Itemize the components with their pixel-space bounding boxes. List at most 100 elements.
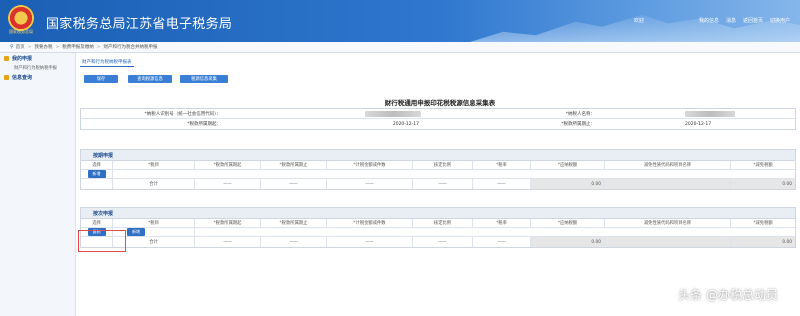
column-header: *税目 [113,219,195,227]
sidebar-item-label: 信息查询 [12,74,33,81]
column-header: 减免性质代码和项目名称 [605,161,731,169]
column-header: *税款所属期止 [261,161,327,169]
folder-icon [4,74,9,80]
column-header: *税款所属期起 [195,219,261,227]
total-tax-due: 0.00 [531,237,605,247]
breadcrumb-item: 财产和行为税合并纳税申报 [103,45,158,50]
taxpayer-name-cell [595,110,795,117]
tab-property-tax-form[interactable]: 财产和行为税纳税申报表 [80,58,134,67]
add-row-button[interactable]: 新增 [87,170,106,178]
column-header: *减免税额 [753,163,773,168]
save-button[interactable]: 保存 [84,75,118,83]
total-dash: —— [195,179,261,189]
form-title: 财行税通用申报印花税税源信息采集表 [384,99,496,107]
section-title: 按期申报 [81,150,795,161]
table-header: 选择 *税目 *税款所属期起 *税款所属期止 *计税金额或件数 核定比例 *税率… [81,161,795,170]
per-instance-declaration-section: 按次申报 选择 *税目 *税款所属期起 *税款所属期止 *计税金额或件数 核定比… [80,207,796,248]
site-header: 国家税务总局 国家税务总局江苏省电子税务局 欢迎 我的信息 消息 返回首页 切换… [0,0,800,42]
total-dash: —— [261,237,327,247]
breadcrumb-separator: > [27,44,32,50]
column-header: *计税金额或件数 [327,219,413,227]
column-header: *应纳税额 [531,161,605,169]
total-dash: —— [261,179,327,189]
highlight-box [78,230,126,252]
total-dash: —— [327,237,413,247]
column-header: *应纳税额 [531,219,605,227]
sidebar: 我的申报 财产和行为税纳税申报 信息查询 [0,53,76,316]
total-row: 合计 —— —— —— —— —— 0.00 0.00 [81,179,795,189]
total-spacer [81,179,113,189]
info-row: *税款所属期起： 2020-12-17 *税款所属期止： 2020-12-17 [81,119,795,129]
empty-cell [113,170,795,178]
add-row-button[interactable]: 新增 [127,228,145,236]
breadcrumb-item[interactable]: 税费申报及缴纳 [62,44,94,50]
total-dash: —— [473,237,531,247]
sidebar-subitem-property-tax[interactable]: 财产和行为税纳税申报 [0,63,75,72]
total-dash: —— [195,237,261,247]
total-dash: —— [413,237,473,247]
total-dash: —— [327,179,413,189]
total-relief: 0.00 [731,179,795,189]
main-content: 财产和行为税纳税申报表 保存 查询税源信息 税源信息采集 财行税通用申报印花税税… [80,53,800,316]
total-dash: —— [473,179,531,189]
column-header: *减免税额 [753,221,773,226]
section-title: 按次申报 [81,208,795,219]
table-header: 选择 *税目 *税款所属期起 *税款所属期止 *计税金额或件数 核定比例 *税率… [81,219,795,228]
breadcrumb-item[interactable]: 首页 [16,44,25,50]
total-relief-code [605,237,731,247]
header-mountain-decoration [470,14,800,42]
table-row: 复制 新增 [81,228,795,237]
collect-tax-source-button[interactable]: 税源信息采集 [180,75,228,83]
column-header: 减免性质代码和项目名称 [605,219,731,227]
empty-cell [195,228,795,236]
column-header: *税款所属期止 [261,219,327,227]
info-row: *纳税人识别号（统一社会信用代码）： *纳税人名称： [81,109,795,119]
taxpayer-name-value-blurred [685,110,735,117]
taxpayer-id-cell [221,110,425,117]
logo-caption: 国家税务总局 [9,29,33,34]
sidebar-item-label: 我的申报 [12,55,33,62]
column-header: 核定比例 [413,161,473,169]
period-start-value[interactable]: 2020-12-17 [221,122,425,127]
breadcrumb-home[interactable]: ⚲ 首页 [10,44,25,50]
folder-icon [4,55,9,61]
breadcrumb-separator: > [55,44,60,50]
switch-user-link[interactable]: 切换用户 [770,17,790,24]
sidebar-item-declare[interactable]: 我的申报 [0,53,75,63]
periodic-declaration-section: 按期申报 选择 *税目 *税款所属期起 *税款所属期止 *计税金额或件数 核定比… [80,149,796,190]
column-header: *税款所属期起 [195,161,261,169]
top-links: 欢迎 我的信息 消息 返回首页 切换用户 [634,17,790,24]
taxpayer-id-label: *纳税人识别号（统一社会信用代码）： [144,111,222,117]
breadcrumb-separator: > [96,44,101,50]
taxpayer-name-label: *纳税人名称： [565,111,595,117]
watermark: 头条 @办税总动员 [678,288,778,302]
sidebar-item-query[interactable]: 信息查询 [0,72,75,82]
period-end-label: *税款所属期止： [561,122,595,127]
query-tax-source-button[interactable]: 查询税源信息 [128,75,172,83]
breadcrumb-item[interactable]: 我要办税 [34,44,52,50]
period-start-label: *税款所属期起： [187,122,221,127]
welcome-text: 欢迎 [633,18,644,24]
total-label: 合计 [113,179,195,189]
column-header: 选择 [81,161,113,169]
taxpayer-info-table: *纳税人识别号（统一社会信用代码）： *纳税人名称： *税款所属期起： 2020… [80,108,796,130]
table-row: 新增 [81,170,795,179]
emblem-icon [8,5,34,31]
total-relief-code [605,179,731,189]
add-cell: 新增 [81,170,113,178]
total-row: 合计 —— —— —— —— —— 0.00 0.00 [81,237,795,247]
total-tax-due: 0.00 [531,179,605,189]
messages-link[interactable]: 消息 [726,17,736,24]
column-header: 核定比例 [413,219,473,227]
tax-bureau-logo: 国家税务总局 [6,5,36,37]
column-header: *税率 [473,219,531,227]
breadcrumb: ⚲ 首页 > 我要办税 > 税费申报及缴纳 > 财产和行为税合并纳税申报 [0,42,800,53]
location-pin-icon: ⚲ [10,44,14,50]
total-relief: 0.00 [731,237,795,247]
my-info-link[interactable]: 我的信息 [699,17,719,24]
site-title: 国家税务总局江苏省电子税务局 [46,17,233,32]
total-dash: —— [413,179,473,189]
home-link[interactable]: 返回首页 [743,17,763,24]
taxpayer-id-value-blurred [365,110,421,117]
period-end-value[interactable]: 2020-12-17 [595,122,795,127]
